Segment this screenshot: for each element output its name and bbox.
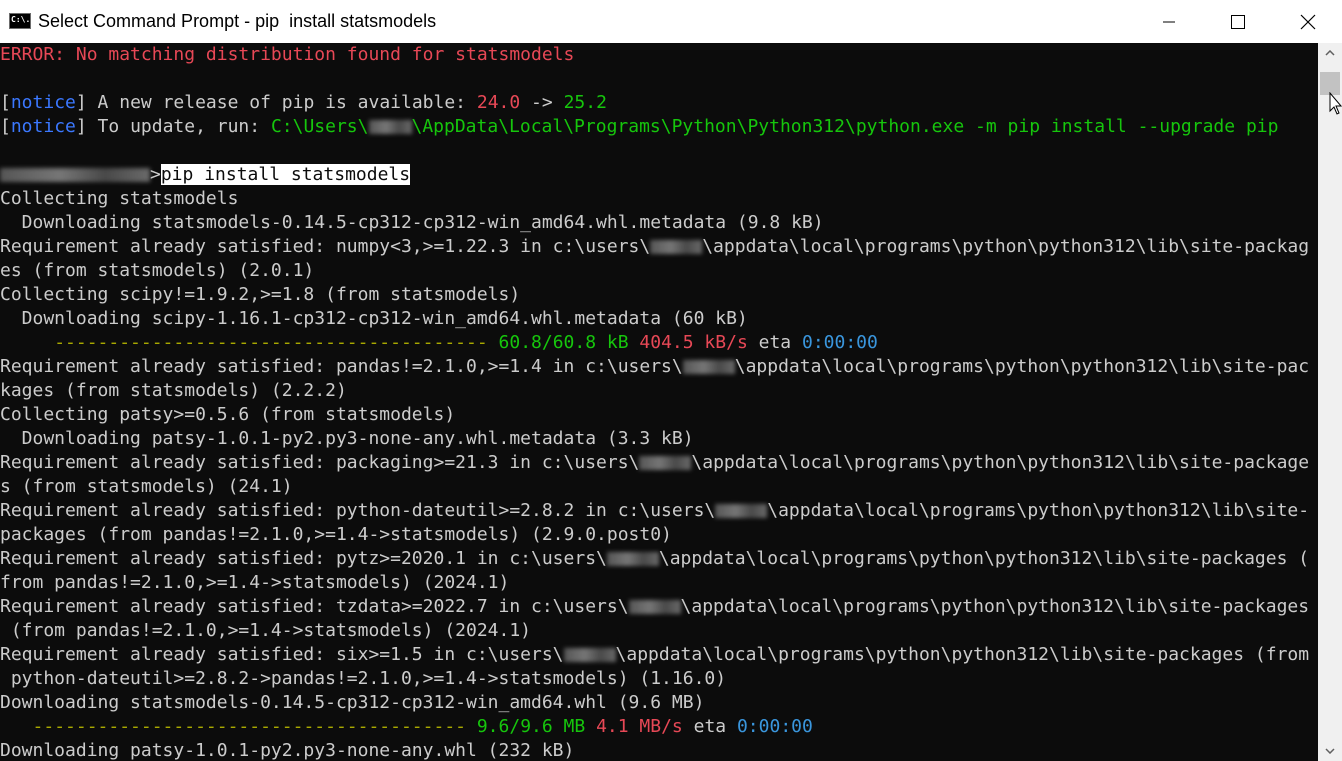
- version-arrow: ->: [520, 92, 564, 113]
- output-line: Downloading patsy-1.0.1-py2.py3-none-any…: [0, 740, 575, 761]
- scroll-down-arrow-icon: [1325, 748, 1335, 754]
- redacted-username: [715, 504, 768, 518]
- output-line: kages (from statsmodels) (2.2.2): [0, 380, 347, 401]
- output-text: \appdata\local\programs\python\python312…: [691, 452, 1310, 473]
- progress-eta: 0:00:00: [801, 332, 878, 353]
- minimize-button[interactable]: [1134, 0, 1204, 43]
- prompt-gt: >: [150, 164, 161, 185]
- notice-line-release: [notice] A new release of pip is availab…: [0, 91, 607, 115]
- progress-eta: 0:00:00: [736, 716, 813, 737]
- progress-eta-label: eta: [758, 332, 792, 353]
- notice-text: A new release of pip is available:: [86, 92, 477, 113]
- output-text: \appdata\local\programs\python\python312…: [615, 644, 1310, 665]
- minimize-icon: [1163, 21, 1175, 22]
- output-text: \appdata\local\programs\python\python312…: [680, 596, 1310, 617]
- selected-command[interactable]: pip install statsmodels: [160, 164, 411, 185]
- redacted-username: [650, 240, 703, 254]
- output-line: Downloading statsmodels-0.14.5-cp312-cp3…: [0, 212, 824, 233]
- progress-bar: ----------------------------------------: [54, 332, 488, 353]
- vertical-scrollbar[interactable]: [1318, 43, 1342, 761]
- mouse-pointer-icon: [1329, 92, 1342, 115]
- output-line: es (from statsmodels) (2.0.1): [0, 260, 315, 281]
- progress-speed: 4.1 MB/s: [596, 716, 683, 737]
- window-title: Select Command Prompt - pip install stat…: [38, 11, 437, 31]
- redacted-username: [563, 648, 616, 662]
- error-line: ERROR: No matching distribution found fo…: [0, 44, 575, 65]
- output-line: Downloading statsmodels-0.14.5-cp312-cp3…: [0, 692, 705, 713]
- output-line: Collecting scipy!=1.9.2,>=1.8 (from stat…: [0, 284, 521, 305]
- scroll-up-arrow-icon: [1325, 50, 1335, 56]
- output-line: Downloading scipy-1.16.1-cp312-cp312-win…: [0, 308, 748, 329]
- redacted-prompt-path: [0, 168, 150, 182]
- redacted-username: [628, 600, 681, 614]
- console-output[interactable]: ERROR: No matching distribution found fo…: [0, 43, 1318, 761]
- redacted-username: [682, 360, 735, 374]
- output-text: \appdata\local\programs\python\python312…: [734, 356, 1310, 377]
- output-line: python-dateutil>=2.8.2->pandas!=2.1.0,>=…: [0, 668, 727, 689]
- output-text: Requirement already satisfied: tzdata>=2…: [0, 596, 629, 617]
- output-text: \appdata\local\programs\python\python312…: [767, 500, 1310, 521]
- redacted-username: [639, 456, 692, 470]
- command-prompt-icon-text: C:\.: [11, 15, 31, 24]
- notice-tag: notice: [10, 92, 76, 113]
- output-text: Requirement already satisfied: numpy<3,>…: [0, 236, 651, 257]
- output-line: from pandas!=2.1.0,>=1.4->statsmodels) (…: [0, 572, 510, 593]
- scroll-up-button[interactable]: [1318, 43, 1342, 63]
- output-text: Requirement already satisfied: pandas!=2…: [0, 356, 683, 377]
- progress-line: ----------------------------------------…: [0, 331, 878, 355]
- output-text: \appdata\local\programs\python\python312…: [658, 548, 1310, 569]
- output-text: Requirement already satisfied: python-da…: [0, 500, 716, 521]
- output-line: Collecting statsmodels: [0, 188, 239, 209]
- progress-bar: ----------------------------------------: [32, 716, 466, 737]
- output-line: Requirement already satisfied: python-da…: [0, 499, 1309, 523]
- maximize-icon: [1231, 14, 1245, 29]
- notice-text: To update, run:: [86, 116, 271, 137]
- command-prompt-icon[interactable]: C:\.: [9, 13, 31, 29]
- output-line: Requirement already satisfied: pandas!=2…: [0, 355, 1309, 379]
- output-text: \appdata\local\programs\python\python312…: [702, 236, 1310, 257]
- progress-eta-label: eta: [693, 716, 727, 737]
- notice-bracket-open: [: [0, 92, 11, 113]
- notice-bracket-open: [: [0, 116, 11, 137]
- output-line: Requirement already satisfied: tzdata>=2…: [0, 595, 1309, 619]
- output-line: Requirement already satisfied: pytz>=202…: [0, 547, 1309, 571]
- notice-bracket-close: ]: [75, 92, 87, 113]
- update-command-part2: \AppData\Local\Programs\Python\Python312…: [411, 116, 1279, 137]
- redacted-username: [368, 120, 412, 134]
- output-line: Requirement already satisfied: packaging…: [0, 451, 1309, 475]
- output-text: Requirement already satisfied: pytz>=202…: [0, 548, 607, 569]
- notice-bracket-close: ]: [75, 116, 87, 137]
- progress-speed: 404.5 kB/s: [639, 332, 748, 353]
- output-text: Requirement already satisfied: packaging…: [0, 452, 640, 473]
- output-text: Requirement already satisfied: six>=1.5 …: [0, 644, 564, 665]
- title-bar[interactable]: C:\. Select Command Prompt - pip install…: [0, 0, 1342, 43]
- output-line: Collecting patsy>=0.5.6 (from statsmodel…: [0, 404, 456, 425]
- new-version: 25.2: [563, 92, 607, 113]
- update-command-part1: C:\Users\: [270, 116, 369, 137]
- output-line: Requirement already satisfied: six>=1.5 …: [0, 643, 1309, 667]
- command-prompt-window: C:\. Select Command Prompt - pip install…: [0, 0, 1342, 761]
- output-line: (from pandas!=2.1.0,>=1.4->statsmodels) …: [0, 620, 532, 641]
- notice-tag: notice: [10, 116, 76, 137]
- maximize-button[interactable]: [1203, 0, 1273, 43]
- output-line: s (from statsmodels) (24.1): [0, 476, 293, 497]
- output-line: Downloading patsy-1.0.1-py2.py3-none-any…: [0, 428, 694, 449]
- scroll-down-button[interactable]: [1318, 741, 1342, 761]
- old-version: 24.0: [476, 92, 521, 113]
- output-line: Requirement already satisfied: numpy<3,>…: [0, 235, 1309, 259]
- output-line: packages (from pandas!=2.1.0,>=1.4->stat…: [0, 524, 672, 545]
- notice-line-update: [notice] To update, run: C:\Users\ \AppDa…: [0, 115, 1278, 139]
- close-icon: [1300, 14, 1316, 29]
- redacted-username: [606, 552, 659, 566]
- progress-amount: 60.8/60.8 kB: [498, 332, 629, 353]
- prompt-line: >pip install statsmodels: [0, 163, 411, 187]
- close-button[interactable]: [1273, 0, 1342, 43]
- progress-amount: 9.6/9.6 MB: [476, 716, 586, 737]
- progress-line: ----------------------------------------…: [0, 715, 813, 739]
